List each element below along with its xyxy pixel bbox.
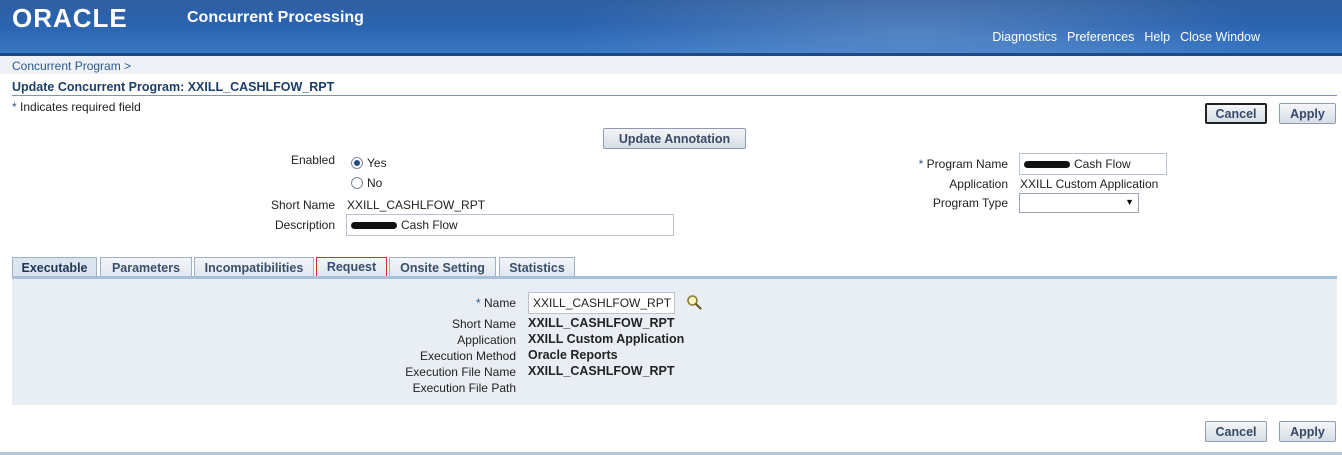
execution-method-label: Execution Method	[419, 349, 516, 363]
apply-button-bottom[interactable]: Apply	[1279, 421, 1336, 442]
update-annotation-button[interactable]: Update Annotation	[603, 128, 746, 149]
required-field-note: * Indicates required field	[12, 100, 141, 114]
exec-short-name-value: XXILL_CASHLFOW_RPT	[528, 316, 675, 330]
short-name-label: Short Name	[270, 198, 335, 212]
required-star: *	[918, 157, 927, 171]
required-star: *	[475, 296, 484, 310]
redaction-blot	[351, 221, 397, 229]
program-type-label: Program Type	[932, 196, 1008, 210]
apply-button-top[interactable]: Apply	[1279, 103, 1336, 124]
program-name-value: Cash Flow	[1074, 157, 1131, 171]
tab-request[interactable]: Request	[316, 257, 387, 277]
help-link[interactable]: Help	[1144, 30, 1170, 44]
cancel-button-top[interactable]: Cancel	[1205, 103, 1267, 124]
tab-statistics[interactable]: Statistics	[499, 257, 575, 277]
execution-method-value: Oracle Reports	[528, 348, 618, 362]
execution-file-name-value: XXILL_CASHLFOW_RPT	[528, 364, 675, 378]
program-name-label-text: Program Name	[926, 157, 1008, 171]
description-label: Description	[274, 218, 335, 232]
exec-name-value: XXILL_CASHLFOW_RPT	[533, 296, 672, 310]
header-swoosh	[562, 0, 1262, 56]
breadcrumb-link[interactable]: Concurrent Program >	[12, 59, 131, 73]
oracle-logo: ORACLE	[12, 3, 128, 33]
enabled-no-label: No	[367, 176, 383, 190]
exec-name-label: * Name	[400, 296, 516, 310]
description-value: Cash Flow	[401, 218, 458, 232]
short-name-value: XXILL_CASHLFOW_RPT	[347, 198, 486, 212]
close-window-link[interactable]: Close Window	[1180, 30, 1260, 44]
program-name-field[interactable]: Cash Flow	[1019, 153, 1167, 175]
program-name-label: * Program Name	[880, 157, 1008, 171]
page-title: Update Concurrent Program: XXILL_CASHLFO…	[12, 80, 335, 94]
redaction-blot	[1024, 160, 1070, 168]
exec-application-value: XXILL Custom Application	[528, 332, 685, 346]
magnifier-icon[interactable]	[686, 294, 702, 310]
application-label: Application	[949, 177, 1008, 191]
required-note-text: Indicates required field	[16, 100, 141, 114]
description-field[interactable]: Cash Flow	[346, 214, 674, 236]
tab-parameters[interactable]: Parameters	[100, 257, 192, 277]
enabled-yes-label: Yes	[367, 156, 387, 170]
tab-executable[interactable]: Executable	[12, 257, 97, 277]
application-value: XXILL Custom Application	[1020, 177, 1159, 191]
program-type-select[interactable]: ▼	[1019, 193, 1139, 213]
global-links: Diagnostics Preferences Help Close Windo…	[992, 30, 1260, 44]
execution-file-name-label: Execution File Name	[405, 365, 516, 379]
tab-incompatibilities[interactable]: Incompatibilities	[194, 257, 314, 277]
enabled-yes-radio[interactable]	[351, 157, 363, 169]
branding-header: ORACLE Concurrent Processing Diagnostics…	[0, 0, 1342, 56]
breadcrumb-bar	[0, 56, 1342, 74]
execution-file-path-label: Execution File Path	[412, 381, 516, 395]
enabled-no-radio[interactable]	[351, 177, 363, 189]
title-divider	[12, 95, 1337, 96]
diagnostics-link[interactable]: Diagnostics	[992, 30, 1057, 44]
tab-onsite-setting[interactable]: Onsite Setting	[389, 257, 496, 277]
exec-name-field[interactable]: XXILL_CASHLFOW_RPT	[528, 292, 675, 314]
app-title: Concurrent Processing	[187, 9, 364, 26]
exec-application-label: Application	[457, 333, 516, 347]
enabled-label: Enabled	[290, 153, 335, 167]
preferences-link[interactable]: Preferences	[1067, 30, 1134, 44]
dropdown-arrow-icon: ▼	[1125, 197, 1134, 207]
exec-name-label-text: Name	[483, 296, 516, 310]
cancel-button-bottom[interactable]: Cancel	[1205, 421, 1267, 442]
exec-short-name-label: Short Name	[451, 317, 516, 331]
